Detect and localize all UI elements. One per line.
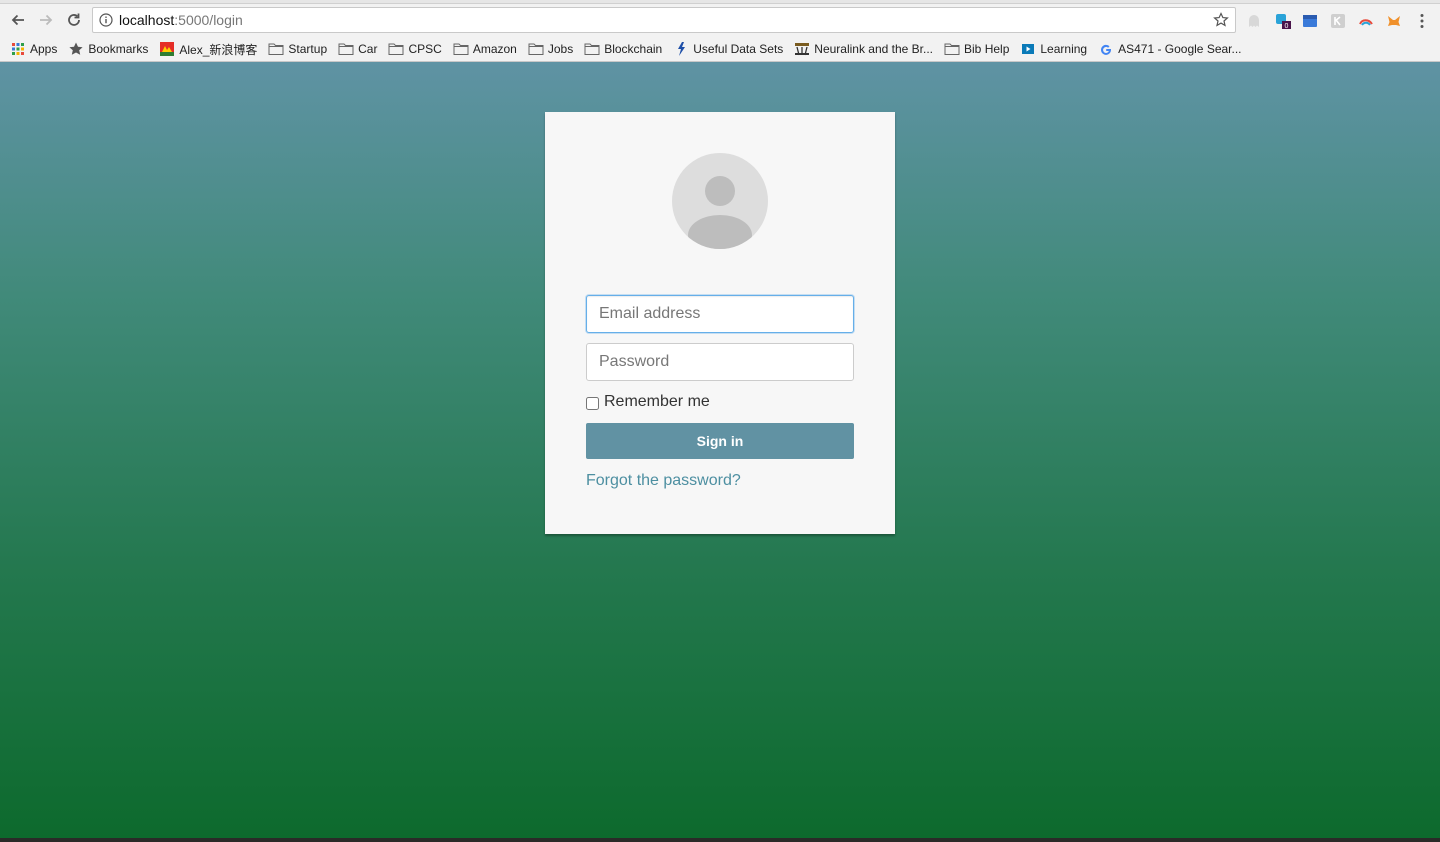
bookmark-label: Jobs xyxy=(547,42,574,56)
waitbutwhy-icon xyxy=(794,42,810,56)
email-input[interactable] xyxy=(586,295,854,333)
bookmark-item[interactable]: AS471 - Google Sear... xyxy=(1098,42,1242,56)
bookmarks-bar: Apps Bookmarks Alex_新浪博客 Startup Car CPSC Amaz… xyxy=(0,37,1440,61)
sign-in-button[interactable]: Sign in xyxy=(586,423,854,459)
folder-icon xyxy=(944,42,960,56)
learning-icon xyxy=(1020,42,1036,56)
bookmark-item[interactable]: Neuralink and the Br... xyxy=(794,42,933,56)
remember-me-label[interactable]: Remember me xyxy=(604,393,710,411)
bookmark-item[interactable]: Jobs xyxy=(528,42,573,56)
url-host: localhost xyxy=(119,12,175,28)
chrome-menu-icon[interactable] xyxy=(1414,12,1430,30)
folder-icon xyxy=(453,42,469,56)
avatar xyxy=(672,153,768,249)
bookmark-item[interactable]: Useful Data Sets xyxy=(673,42,783,56)
reload-button[interactable] xyxy=(62,8,86,32)
desktop-strip xyxy=(0,838,1440,842)
folder-icon xyxy=(268,42,284,56)
blue-box-extension-icon xyxy=(1303,15,1317,27)
extension-badge: 0 xyxy=(1285,23,1289,29)
bookmark-label: Bookmarks xyxy=(88,42,149,56)
bookmark-label: CPSC xyxy=(408,42,442,56)
bookmark-label: Bib Help xyxy=(964,42,1010,56)
address-bar[interactable]: localhost:5000/login xyxy=(92,7,1236,33)
bookmark-item[interactable]: Apps xyxy=(10,42,57,56)
tab-counter-icon: 0 xyxy=(1276,14,1291,29)
bookmark-item[interactable]: Bib Help xyxy=(944,42,1009,56)
bookmark-label: Neuralink and the Br... xyxy=(814,42,934,56)
folder-icon xyxy=(388,42,404,56)
password-input[interactable] xyxy=(586,343,854,381)
browser-chrome: localhost:5000/login 0 Apps Bookmarks Alex… xyxy=(0,0,1440,62)
back-button[interactable] xyxy=(6,8,30,32)
bookmark-item[interactable]: Alex_新浪博客 xyxy=(159,41,257,58)
extension-blue[interactable] xyxy=(1301,12,1319,30)
remember-me-checkbox[interactable] xyxy=(586,396,599,410)
bookmark-label: Apps xyxy=(30,42,58,56)
page-background: Remember me Sign in Forgot the password? xyxy=(0,62,1440,838)
extension-ghost[interactable] xyxy=(1245,12,1263,30)
metamask-fox-icon xyxy=(1388,16,1400,26)
extension-fox[interactable] xyxy=(1385,12,1403,30)
bookmark-item[interactable]: Learning xyxy=(1020,42,1087,56)
folder-icon xyxy=(528,42,544,56)
extension-tab-counter[interactable]: 0 xyxy=(1274,12,1292,30)
remember-me-row: Remember me xyxy=(586,393,710,411)
bookmark-item[interactable]: Startup xyxy=(268,42,327,56)
weibo-icon xyxy=(159,42,175,56)
info-icon[interactable] xyxy=(99,13,113,27)
data-site-icon xyxy=(673,42,689,56)
bookmark-item[interactable]: Amazon xyxy=(453,42,517,56)
rainbow-arc-extension-icon xyxy=(1359,19,1373,26)
bookmark-label: Car xyxy=(358,42,378,56)
star-icon xyxy=(68,42,84,56)
bookmark-label: Useful Data Sets xyxy=(693,42,784,56)
bookmark-label: AS471 - Google Sear... xyxy=(1118,42,1242,56)
bookmark-label: Amazon xyxy=(472,42,517,56)
bookmark-star-icon[interactable] xyxy=(1213,12,1229,28)
bookmark-item[interactable]: Car xyxy=(338,42,377,56)
forward-button[interactable] xyxy=(34,8,58,32)
bookmark-item[interactable]: Bookmarks xyxy=(68,42,148,56)
url-text: localhost:5000/login xyxy=(119,12,243,28)
forgot-password-link[interactable]: Forgot the password? xyxy=(586,472,741,490)
user-placeholder-icon xyxy=(688,176,752,249)
url-path: :5000/login xyxy=(174,12,243,28)
google-icon xyxy=(1098,42,1114,56)
bookmark-label: Learning xyxy=(1040,42,1088,56)
apps-grid-icon xyxy=(10,42,26,56)
bookmark-item[interactable]: Blockchain xyxy=(584,42,662,56)
folder-icon xyxy=(338,42,354,56)
login-card: Remember me Sign in Forgot the password? xyxy=(545,112,895,534)
extension-k[interactable] xyxy=(1329,12,1347,30)
forward-arrow-icon xyxy=(40,14,53,26)
bookmark-label: Alex_新浪博客 xyxy=(179,42,258,57)
folder-icon xyxy=(584,42,600,56)
grey-k-extension-icon xyxy=(1331,14,1345,28)
reload-icon xyxy=(68,13,80,26)
ghost-extension-icon xyxy=(1249,15,1259,27)
bookmark-label: Blockchain xyxy=(604,42,663,56)
bookmark-label: Startup xyxy=(288,42,328,56)
bookmark-item[interactable]: CPSC xyxy=(388,42,442,56)
extension-rainbow[interactable] xyxy=(1357,12,1375,30)
back-arrow-icon xyxy=(11,14,24,26)
browser-toolbar: localhost:5000/login 0 xyxy=(0,4,1440,36)
